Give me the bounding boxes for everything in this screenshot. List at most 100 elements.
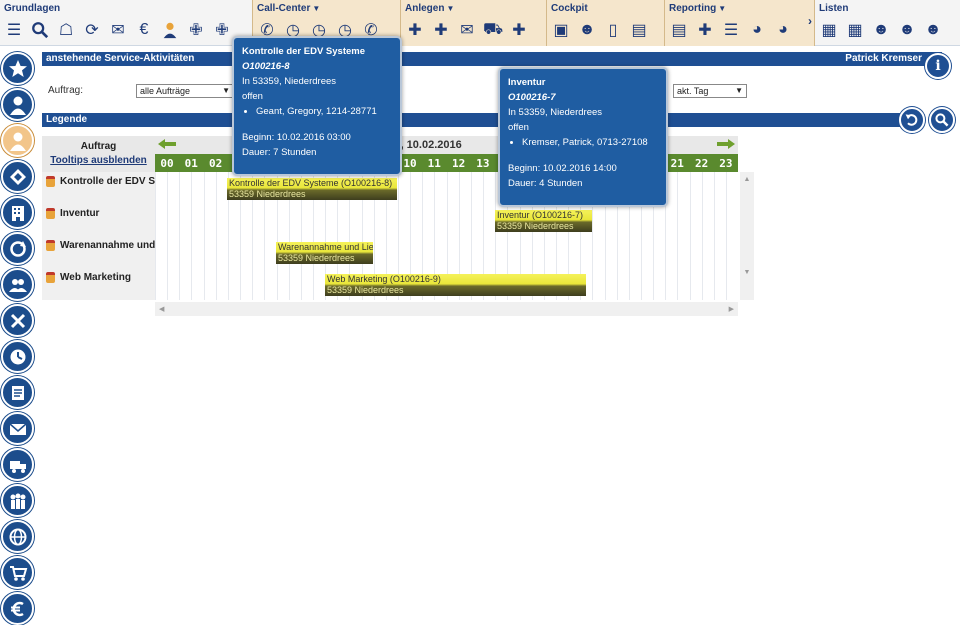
sidebar-time[interactable] bbox=[1, 340, 34, 373]
arrow-left-icon[interactable] bbox=[158, 139, 176, 149]
left-sidebar bbox=[0, 50, 36, 625]
gantt-grid-line bbox=[155, 172, 156, 300]
globe-icon bbox=[9, 528, 26, 545]
add-mail-icon[interactable]: ✉ bbox=[457, 20, 477, 40]
mail-icon[interactable]: ✉ bbox=[108, 20, 128, 40]
sidebar-favorites[interactable] bbox=[1, 52, 34, 85]
section-title: anstehende Service-Aktivitäten bbox=[46, 53, 195, 64]
toolbar-group-label: Call-Center bbox=[257, 3, 311, 14]
back-button[interactable] bbox=[899, 107, 925, 133]
sidebar-tools[interactable] bbox=[1, 304, 34, 337]
list-grid-icon[interactable]: ▦ bbox=[819, 20, 839, 40]
sidebar-documents[interactable] bbox=[1, 376, 34, 409]
gantt-bar-title: Web Marketing (O100216-9) bbox=[327, 274, 441, 284]
user-icon[interactable]: ☻ bbox=[577, 20, 597, 40]
gantt-bar[interactable]: Kontrolle der EDV Systeme (O100216-8) 53… bbox=[227, 178, 397, 200]
report-users-icon[interactable]: ✚ bbox=[695, 20, 715, 40]
sidebar-contacts[interactable] bbox=[1, 88, 34, 121]
add-arrow-icon[interactable]: ✚ bbox=[509, 20, 529, 40]
gantt-row-label[interactable]: Inventur bbox=[46, 208, 155, 219]
horizontal-scrollbar[interactable]: ◀ ▶ bbox=[155, 302, 738, 316]
scroll-left-icon[interactable]: ◀ bbox=[159, 305, 164, 313]
report-list-icon[interactable]: ☰ bbox=[721, 20, 741, 40]
order-filter-label: Auftrag: bbox=[48, 85, 84, 96]
gantt-row-label[interactable]: Web Marketing bbox=[46, 272, 155, 283]
info-button[interactable]: i bbox=[925, 53, 951, 79]
toolbar-group-label: Listen bbox=[819, 3, 849, 14]
user-icon[interactable] bbox=[160, 20, 180, 40]
sidebar-mail[interactable] bbox=[1, 412, 34, 445]
monitor-icon[interactable]: ▣ bbox=[551, 20, 571, 40]
legend-title: Legende bbox=[46, 114, 88, 125]
list-grid-icon[interactable]: ▦ bbox=[845, 20, 865, 40]
euro-icon[interactable]: € bbox=[134, 20, 154, 40]
gantt-row-text: Inventur bbox=[60, 208, 100, 220]
sidebar-service[interactable] bbox=[1, 124, 34, 157]
vertical-scrollbar[interactable]: ▲ ▼ bbox=[740, 172, 754, 300]
sidebar-groups[interactable] bbox=[1, 268, 34, 301]
sidebar-sync[interactable] bbox=[1, 232, 34, 265]
sidebar-team[interactable] bbox=[1, 484, 34, 517]
menu-icon[interactable]: ☰ bbox=[4, 20, 24, 40]
gantt-bar-title: Inventur (O100216-7) bbox=[497, 210, 584, 220]
gantt-grid-line bbox=[191, 172, 193, 300]
add-group-icon[interactable]: ✚ bbox=[431, 20, 451, 40]
call-center-menu[interactable]: Call-Center ▼ bbox=[257, 3, 320, 14]
anlegen-menu[interactable]: Anlegen ▼ bbox=[405, 3, 454, 14]
sidebar-delivery[interactable] bbox=[1, 448, 34, 481]
gantt-grid-line bbox=[677, 172, 679, 300]
gantt-row-text: Warenannahme und Lieferung bbox=[60, 240, 155, 252]
order-select[interactable]: alle Aufträge ▼ bbox=[136, 84, 234, 98]
euro-icon bbox=[10, 601, 24, 616]
toggle-tooltips-link[interactable]: Tooltips ausblenden bbox=[42, 155, 155, 166]
gantt-hour-label: 22 bbox=[694, 157, 709, 170]
gantt-row-label[interactable]: Kontrolle der EDV Systeme bbox=[46, 176, 155, 187]
tooltip-order: O100216-7 bbox=[508, 92, 556, 103]
gantt-grid-line bbox=[167, 172, 169, 300]
refresh-icon[interactable]: ⟳ bbox=[82, 20, 102, 40]
sidebar-web[interactable] bbox=[1, 520, 34, 553]
list-person-icon[interactable]: ☻ bbox=[923, 20, 943, 40]
tooltip-duration: Dauer: 4 Stunden bbox=[508, 178, 583, 189]
chevron-down-icon: ▼ bbox=[446, 4, 455, 13]
add-icon[interactable]: ✚ bbox=[405, 20, 425, 40]
scroll-down-icon[interactable]: ▼ bbox=[740, 269, 754, 276]
scroll-up-icon[interactable]: ▲ bbox=[740, 176, 754, 183]
gantt-bar[interactable]: Web Marketing (O100216-9) 53359 Niederdr… bbox=[325, 274, 586, 296]
gantt-grid-line bbox=[726, 172, 728, 300]
building-icon[interactable]: ☖ bbox=[56, 20, 76, 40]
person-icon[interactable]: ✙ bbox=[186, 20, 206, 40]
compass-icon bbox=[9, 168, 26, 185]
scroll-right-icon[interactable]: ▶ bbox=[729, 305, 734, 313]
phone-icon[interactable]: ▯ bbox=[603, 20, 623, 40]
tooltip-start: Beginn: 10.02.2016 14:00 bbox=[508, 163, 617, 174]
gantt-bar-title: Kontrolle der EDV Systeme (O100216-8) bbox=[229, 178, 393, 188]
gantt-bar[interactable]: Warenannahme und Lieferung 53359 Niederd… bbox=[276, 242, 373, 264]
report-pie-icon[interactable]: ◕ bbox=[773, 20, 793, 40]
gantt-bar[interactable]: Inventur (O100216-7) 53359 Niederdrees bbox=[495, 210, 592, 232]
legend-header[interactable]: Legende bbox=[42, 113, 902, 127]
zoom-button[interactable] bbox=[929, 107, 955, 133]
list-person-icon[interactable]: ☻ bbox=[871, 20, 891, 40]
report-pie-icon[interactable]: ◕ bbox=[747, 20, 767, 40]
reporting-menu[interactable]: Reporting ▼ bbox=[669, 3, 726, 14]
chevron-right-icon[interactable]: › bbox=[808, 14, 812, 28]
chart-icon[interactable]: ▤ bbox=[669, 20, 689, 40]
add-truck-icon[interactable]: ⛟ bbox=[483, 20, 503, 40]
person-icon[interactable]: ✙ bbox=[212, 20, 232, 40]
gantt-hour-label: 02 bbox=[208, 157, 223, 170]
chevron-down-icon: ▼ bbox=[222, 86, 230, 95]
sidebar-shop[interactable] bbox=[1, 556, 34, 589]
arrow-right-icon[interactable] bbox=[717, 139, 735, 149]
sidebar-navigation[interactable] bbox=[1, 160, 34, 193]
gantt-row-labels: Kontrolle der EDV Systeme Inventur Waren… bbox=[42, 172, 155, 300]
document-icon[interactable]: ▤ bbox=[629, 20, 649, 40]
gantt-row-label[interactable]: Warenannahme und Lieferung bbox=[46, 240, 155, 251]
list-person-icon[interactable]: ☻ bbox=[897, 20, 917, 40]
star-icon bbox=[8, 59, 27, 77]
sidebar-companies[interactable] bbox=[1, 196, 34, 229]
user-icon bbox=[9, 132, 26, 151]
sidebar-finance[interactable] bbox=[1, 592, 34, 625]
range-select[interactable]: akt. Tag ▼ bbox=[673, 84, 747, 98]
search-icon[interactable] bbox=[30, 20, 50, 40]
